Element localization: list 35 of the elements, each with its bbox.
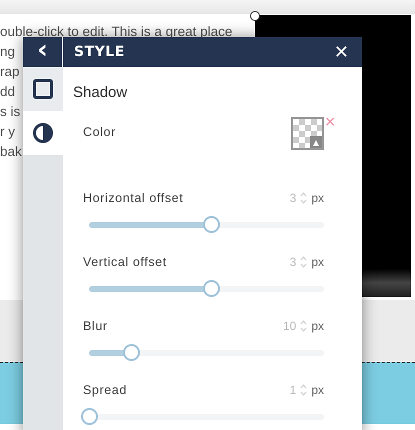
section-title: Shadow [73,83,128,103]
square-icon [33,79,53,99]
spinner-icon[interactable] [300,254,308,269]
text-line: r y [0,124,15,140]
number-field[interactable]: 3 [272,188,296,207]
unit-label: px [311,382,324,399]
field-label: Spread [83,382,127,399]
close-button[interactable]: ✕ [320,37,362,67]
unit-label: px [311,254,324,271]
slider-thumb[interactable] [81,408,98,426]
unit-label: px [311,318,324,335]
sidebar-tab[interactable] [23,67,63,111]
panel-title: STYLE [73,42,126,62]
contrast-icon [33,123,53,143]
field-label: Color [83,124,116,140]
field-label: Vertical offset [83,254,167,270]
spinner-icon[interactable] [300,382,308,397]
unit-label: px [311,190,324,207]
number-field[interactable]: 10 [272,316,296,335]
spinner-icon[interactable] [300,190,308,205]
text-line: bak [0,144,22,160]
slider-thumb[interactable] [203,280,220,298]
field-label: Blur [83,318,108,334]
text-line: s is [0,104,20,120]
remove-button[interactable]: × [324,114,336,128]
slider-thumb[interactable] [203,216,220,234]
sidebar-tab[interactable] [23,111,63,155]
text-line: ng [0,44,16,60]
number-field[interactable]: 1 [272,380,296,399]
text-line: rap [0,64,20,80]
field-label: Horizontal offset [83,190,184,206]
number-field[interactable]: 3 [272,252,296,271]
text-line: dd [0,84,16,100]
slider-thumb[interactable] [123,344,140,362]
spinner-icon[interactable] [300,318,308,333]
